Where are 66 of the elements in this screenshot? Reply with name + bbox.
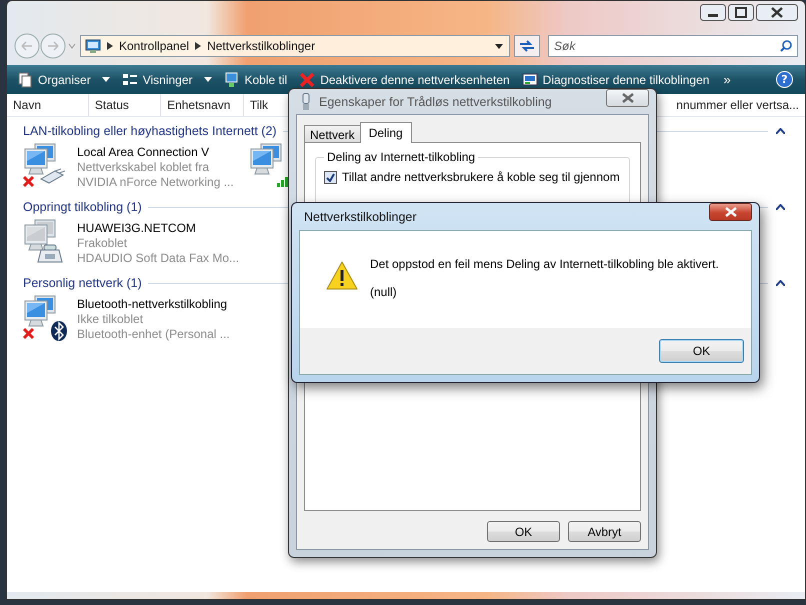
- breadcrumb[interactable]: Nettverkstilkoblinger: [207, 39, 316, 53]
- group-header[interactable]: LAN-tilkobling eller høyhastighets Internett (2): [23, 124, 277, 138]
- ok-button[interactable]: OK: [659, 339, 744, 363]
- toolbar-button[interactable]: Visninger: [118, 70, 216, 90]
- checkbox[interactable]: [324, 170, 337, 184]
- checkbox-label: Tillat andre nettverksbrukere å koble seg til gjennom: [342, 170, 620, 184]
- checkmark-icon: [326, 172, 335, 182]
- chevron-icon: [107, 42, 113, 50]
- connection-name[interactable]: HUAWEI3G.NETCOM: [77, 221, 240, 236]
- dialog-button[interactable]: OK: [487, 521, 560, 542]
- search-icon: [780, 40, 792, 52]
- maximize-icon: [728, 4, 754, 21]
- minimize-icon: [700, 4, 726, 21]
- collapse-toggle[interactable]: [774, 278, 787, 288]
- organize-icon: [17, 72, 33, 88]
- breadcrumb[interactable]: Kontrollpanel: [119, 39, 190, 53]
- connection-status: Frakoblet: [77, 236, 128, 251]
- dialog-title: Egenskaper for Trådløs nettverkstilkobling: [319, 94, 553, 108]
- column-header[interactable]: Status: [88, 94, 162, 116]
- connect-icon: [224, 72, 240, 88]
- device-name: NVIDIA nForce Networking ...: [77, 175, 234, 190]
- connection-name[interactable]: Local Area Connection V: [77, 145, 234, 160]
- back-forward-icon: [14, 33, 76, 59]
- search-field[interactable]: Søk: [548, 35, 798, 57]
- warning-icon: [326, 261, 358, 290]
- refresh-icon: [519, 39, 535, 53]
- close-icon: [622, 93, 634, 103]
- group-header[interactable]: Oppringt tilkobling (1): [23, 200, 142, 214]
- refresh-button[interactable]: [514, 35, 540, 57]
- chevron-icon: [195, 42, 202, 50]
- chevron-up-icon: [776, 280, 785, 286]
- error-message: Det oppstod en feil mens Deling av Internett-tilkobling ble aktivert.: [370, 257, 719, 271]
- device-name: Bluetooth-enhet (Personal ...: [77, 327, 230, 342]
- network-adapter-icon: [301, 92, 311, 110]
- control-panel-icon: [85, 38, 101, 54]
- toolbar-button[interactable]: Organiser: [13, 70, 114, 90]
- close-button[interactable]: [606, 89, 649, 107]
- connection-status: Nettverkskabel koblet fra: [77, 160, 210, 175]
- chevron-up-icon: [776, 128, 785, 134]
- column-header[interactable]: Enhetsnavn: [161, 94, 244, 116]
- tab[interactable]: Nettverk: [304, 125, 361, 143]
- dialog-button[interactable]: Avbryt: [568, 521, 641, 542]
- error-detail: (null): [370, 285, 398, 299]
- device-name: HDAUDIO Soft Data Fax Mo...: [77, 251, 240, 266]
- group-box-title: Deling av Internett-tilkobling: [324, 150, 478, 164]
- close-icon: [756, 4, 798, 21]
- address-bar[interactable]: Kontrollpanel Nettverkstilkoblinger: [80, 35, 510, 57]
- chevron-up-icon: [776, 204, 785, 210]
- toolbar-button[interactable]: Deaktivere denne nettverksenheten: [295, 70, 514, 90]
- tab[interactable]: Deling: [360, 122, 412, 143]
- dialog-title: Nettverkstilkoblinger: [304, 210, 418, 224]
- toolbar-button[interactable]: Koble til: [220, 70, 292, 90]
- views-icon: [122, 72, 138, 88]
- close-button[interactable]: [709, 203, 752, 221]
- help-button[interactable]: ?: [776, 71, 793, 88]
- close-icon: [724, 207, 736, 217]
- column-header[interactable]: Navn: [7, 94, 89, 116]
- dropdown-icon: [495, 44, 503, 48]
- group-header[interactable]: Personlig nettverk (1): [23, 276, 142, 290]
- collapse-toggle[interactable]: [774, 126, 787, 136]
- connection-name[interactable]: Bluetooth-nettverkstilkobling: [77, 297, 230, 312]
- more-button[interactable]: »: [717, 70, 737, 89]
- connection-status: Ikke tilkoblet: [77, 312, 144, 327]
- disable-icon: [299, 72, 316, 88]
- diagnose-icon: [522, 72, 538, 88]
- collapse-toggle[interactable]: [774, 202, 787, 212]
